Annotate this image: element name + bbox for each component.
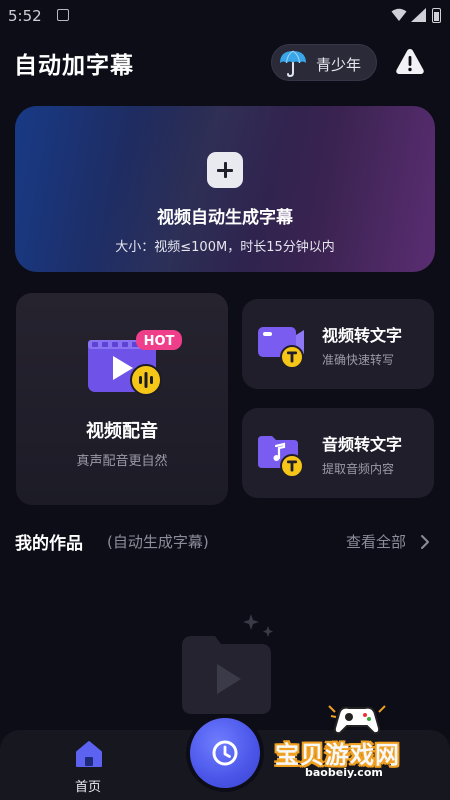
history-button[interactable]: [190, 718, 260, 788]
audio-to-text-card[interactable]: 音频转文字 提取音频内容: [242, 408, 434, 498]
clock-icon: [212, 740, 238, 766]
watermark-text: 宝贝游戏网: [275, 741, 400, 769]
signal-icon: [411, 8, 426, 22]
video-dubbing-subtitle: 真声配音更自然: [76, 454, 168, 469]
teen-mode-button[interactable]: 青少年: [271, 44, 377, 81]
chevron-right-icon[interactable]: [420, 534, 430, 550]
warning-icon[interactable]: [394, 46, 426, 78]
audio-to-text-icon: [258, 436, 304, 478]
my-works-title: 我的作品: [15, 534, 83, 554]
battery-icon: [432, 8, 441, 23]
video-dubbing-title: 视频配音: [86, 421, 158, 442]
view-all-link[interactable]: 查看全部: [346, 531, 406, 552]
auto-subtitle-limit: 大小：视频≤100M，时长15分钟以内: [115, 240, 335, 255]
my-works-subtitle: (自动生成字幕): [107, 533, 209, 551]
wifi-icon: [391, 8, 407, 21]
nav-home-label: 首页: [74, 780, 101, 795]
umbrella-icon: [280, 50, 306, 78]
add-icon: [207, 152, 243, 188]
screen: 5:52 自动加字幕 青少年 视频自动生成字幕 大小：视频≤100M，时长15分…: [0, 0, 450, 800]
watermark-url: baobeiy.com: [305, 766, 383, 779]
status-bar: 5:52: [0, 0, 450, 32]
auto-subtitle-title: 视频自动生成字幕: [157, 208, 293, 228]
gamepad-logo: [328, 705, 386, 735]
video-to-text-icon: [258, 327, 304, 369]
auto-subtitle-card[interactable]: 视频自动生成字幕 大小：视频≤100M，时长15分钟以内: [15, 106, 435, 272]
audio-to-text-subtitle: 提取音频内容: [322, 462, 395, 476]
audio-to-text-title: 音频转文字: [322, 435, 403, 454]
notification-app-icon: [57, 9, 69, 21]
video-dubbing-card[interactable]: HOT 视频配音 真声配音更自然: [16, 293, 228, 505]
page-title: 自动加字幕: [14, 53, 134, 79]
nav-home[interactable]: 首页: [58, 736, 118, 796]
watermark: 宝贝游戏网 baobeiy.com: [275, 700, 445, 780]
video-to-text-subtitle: 准确快速转写: [322, 353, 395, 367]
teen-mode-label: 青少年: [316, 56, 362, 74]
video-dubbing-icon: HOT: [88, 330, 182, 396]
video-to-text-card[interactable]: 视频转文字 准确快速转写: [242, 299, 434, 389]
hot-badge: HOT: [144, 334, 175, 349]
empty-works-folder-icon: [182, 614, 273, 714]
home-icon: [76, 741, 102, 767]
video-to-text-title: 视频转文字: [322, 326, 403, 345]
status-time: 5:52: [8, 7, 42, 25]
